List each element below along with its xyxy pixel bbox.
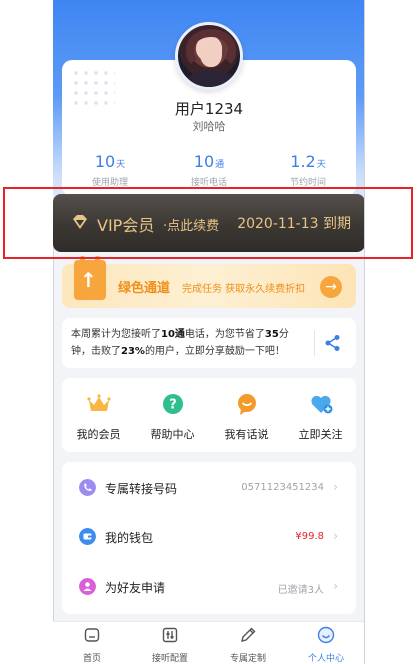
chevron-right-icon: › [333,579,338,593]
arrow-right-icon[interactable]: → [320,276,342,298]
username: 用户1234 [174,100,244,118]
wallet-icon [79,528,96,545]
tab-label: 接听配置 [151,654,188,664]
stat-value: 10 [193,152,215,171]
nickname: 刘哈哈 [192,120,226,133]
quick-action-help-center[interactable]: ? 帮助中心 [136,392,209,442]
tab-label: 个人中心 [307,654,344,664]
green-channel-banner[interactable]: ↑ 绿色通道 完成任务 获取永久续费折扣 → [62,256,356,308]
settings-list: 专属转接号码 0571123451234 › 我的钱包 ¥99.8 › 为好友申… [62,462,356,614]
tab-answer-settings[interactable]: 接听配置 [131,626,209,664]
invite-count: 已邀请3人 [277,585,324,596]
list-item-transfer-number[interactable]: 专属转接号码 0571123451234 › [62,467,356,511]
tab-custom[interactable]: 专属定制 [209,626,287,664]
quick-action-label: 我有话说 [224,428,269,441]
list-item-label: 为好友申请 [105,581,166,595]
profile-icon [317,626,335,644]
crown-icon [86,394,111,411]
quick-actions-card: 我的会员 ? 帮助中心 我有话说 立即关注 [62,378,356,452]
phone-screen: 用户1234 刘哈哈 10天 使用助理 10通 接听电话 1.2天 节约时间 V… [53,0,365,664]
quick-action-follow[interactable]: 立即关注 [284,392,357,442]
stat-unit: 天 [116,160,126,170]
stat-value: 10 [94,152,116,171]
chevron-right-icon: › [333,529,338,543]
list-item-label: 我的钱包 [105,531,154,545]
avatar-face [200,39,222,67]
green-channel-title: 绿色通道 [118,281,171,296]
tab-home[interactable]: 首页 [53,626,131,664]
transfer-number-value: 0571123451234 [241,482,324,493]
tab-personal-center[interactable]: 个人中心 [287,626,365,664]
stat-value: 1.2 [290,152,316,171]
stat-usage-days: 10天 使用助理 [62,152,158,188]
tab-label: 首页 [82,654,101,664]
stat-answered-calls: 10通 接听电话 [161,152,257,188]
quick-action-feedback[interactable]: 我有话说 [210,392,283,442]
phone-icon [79,479,96,496]
heart-plus-icon [310,395,332,414]
chevron-right-icon: › [333,480,338,494]
quick-action-label: 我的会员 [76,428,121,441]
green-channel-description: 完成任务 获取永久续费折扣 [182,284,306,295]
friend-icon [79,578,96,595]
quick-action-label: 帮助中心 [150,428,195,441]
stat-unit: 通 [215,160,225,170]
quick-action-my-membership[interactable]: 我的会员 [62,392,135,442]
wallet-balance: ¥99.8 [295,531,324,542]
settings-sliders-icon [162,627,178,643]
tab-label: 专属定制 [229,654,266,664]
avatar[interactable] [175,22,243,90]
bottom-tab-bar: 首页 接听配置 专属定制 个人中心 [53,621,365,664]
list-item-invite-friend[interactable]: 为好友申请 已邀请3人 › [62,566,356,610]
weekly-summary-card: 本周累计为您接听了10通电话，为您节省了35分钟，击败了23%的用户，立即分享鼓… [62,318,356,368]
share-icon[interactable] [324,334,342,352]
chat-icon [237,394,256,415]
highlight-frame [3,187,413,259]
divider [314,330,315,356]
stat-unit: 天 [316,160,326,170]
home-icon [84,628,100,642]
quick-action-label: 立即关注 [298,428,343,441]
help-icon: ? [162,394,183,414]
calendar-upload-icon: ↑ [74,256,106,300]
svg-text:?: ? [169,398,177,413]
pencil-icon [241,627,256,642]
weekly-summary-text: 本周累计为您接听了10通电话，为您节省了35分钟，击败了23%的用户，立即分享鼓… [71,329,289,357]
list-item-label: 专属转接号码 [105,482,178,496]
stat-saved-time: 1.2天 节约时间 [260,152,356,188]
list-item-wallet[interactable]: 我的钱包 ¥99.8 › [62,516,356,560]
